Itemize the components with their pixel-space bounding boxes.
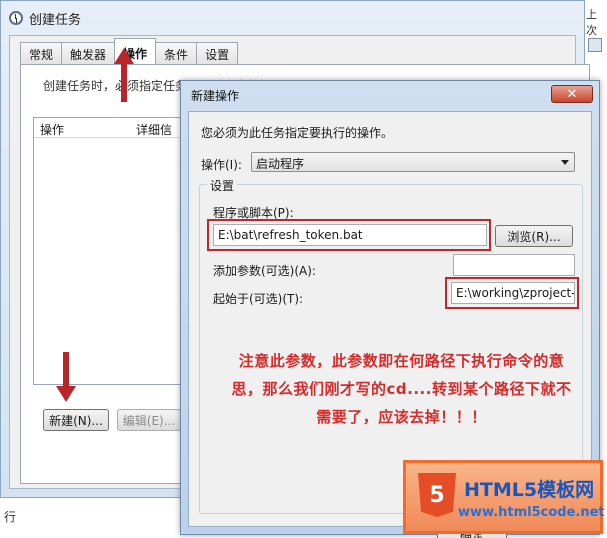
browse-button[interactable]: 浏览(R)...: [495, 225, 573, 247]
annotation-line-1: 注意此参数，此参数即在何路径下执行命令的意: [238, 352, 565, 370]
dialog-instruction: 您必须为此任务指定要执行的操作。: [201, 126, 394, 140]
actions-list-header: 操作 详细信: [34, 118, 180, 138]
tab-general[interactable]: 常规: [20, 42, 63, 64]
chevron-down-icon: [561, 160, 569, 165]
clock-icon: [9, 11, 23, 25]
tab-settings[interactable]: 设置: [196, 42, 239, 64]
arguments-label: 添加参数(可选)(A):: [213, 264, 316, 278]
annotation-line-3: 需要了，应该去掉！！！: [316, 408, 487, 426]
watermark: 5 HTML5模板网 www.html5code.net: [403, 460, 605, 534]
dialog-title: 新建操作: [191, 88, 240, 103]
close-button[interactable]: ✕: [551, 85, 593, 103]
action-select[interactable]: 启动程序: [251, 152, 575, 172]
window-title: 创建任务: [29, 12, 82, 28]
below-text: 行: [4, 510, 17, 524]
last-run-hint: 上次: [586, 8, 597, 37]
action-select-value: 启动程序: [256, 157, 305, 171]
dialog-titlebar: 新建操作: [181, 81, 599, 109]
arguments-input[interactable]: [453, 254, 575, 276]
window-icon: [588, 38, 602, 52]
annotation-text: 注意此参数，此参数即在何路径下执行命令的意 思，那么我们刚才写的cd....转到…: [209, 347, 594, 431]
start-in-highlight-box: [445, 277, 579, 309]
watermark-title: HTML5模板网: [464, 479, 595, 501]
html5-shield-icon: 5: [418, 473, 456, 517]
column-header-details[interactable]: 详细信: [130, 118, 178, 137]
action-label: 操作(I):: [201, 158, 242, 172]
create-task-titlebar: 创建任务: [1, 1, 584, 35]
tab-conditions[interactable]: 条件: [155, 42, 198, 64]
actions-list[interactable]: 操作 详细信: [33, 117, 181, 385]
new-action-button[interactable]: 新建(N)...: [43, 409, 109, 431]
settings-group-label: 设置: [207, 177, 238, 194]
tab-triggers[interactable]: 触发器: [61, 42, 116, 64]
annotation-line-2: 思，那么我们刚才写的cd....转到某个路径下就不: [231, 380, 572, 398]
program-highlight-box: [207, 219, 491, 251]
column-header-action[interactable]: 操作: [34, 118, 70, 137]
edit-action-button[interactable]: 编辑(E)...: [117, 409, 181, 431]
start-in-label: 起始于(可选)(T):: [213, 292, 304, 306]
watermark-url: www.html5code.net: [458, 505, 605, 520]
